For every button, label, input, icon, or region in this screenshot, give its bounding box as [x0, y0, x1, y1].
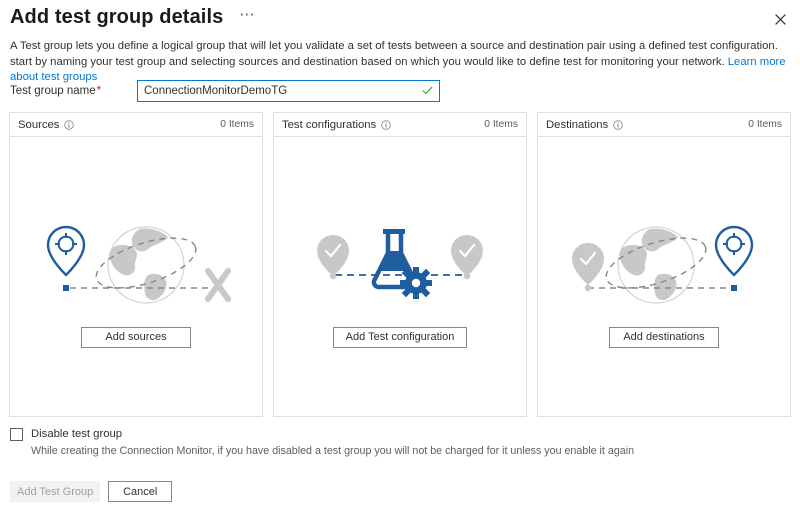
info-icon[interactable]: [64, 120, 74, 130]
card-sources: Sources 0 Items: [9, 112, 263, 417]
card-test-configurations-title: Test configurations: [282, 119, 376, 131]
card-sources-header: Sources 0 Items: [9, 112, 263, 136]
disable-test-group-help-text: While creating the Connection Monitor, i…: [31, 444, 634, 458]
validation-checkmark-icon: [422, 85, 433, 97]
info-icon[interactable]: [613, 120, 623, 130]
card-destinations-items-count: 0 Items: [748, 119, 782, 130]
card-test-configurations-body: Add Test configuration: [273, 136, 527, 417]
more-options-button[interactable]: ⋯: [235, 7, 259, 28]
card-destinations: Destinations 0 Items: [537, 112, 791, 417]
card-test-configurations-items-count: 0 Items: [484, 119, 518, 130]
required-marker: *: [97, 85, 101, 97]
card-destinations-body: Add destinations: [537, 136, 791, 417]
test-group-name-input-wrapper[interactable]: [137, 80, 440, 102]
disable-test-group-row: Disable test group While creating the Co…: [10, 427, 634, 458]
card-test-configurations-header: Test configurations 0 Items: [273, 112, 527, 136]
destination-pin-globe-illustration: [564, 213, 764, 313]
test-group-name-label-text: Test group name: [10, 85, 96, 97]
disable-test-group-texts: Disable test group While creating the Co…: [31, 427, 634, 458]
card-test-configurations: Test configurations 0 Items: [273, 112, 527, 417]
disable-test-group-label[interactable]: Disable test group: [31, 427, 634, 441]
add-destinations-button[interactable]: Add destinations: [609, 327, 719, 348]
page-description: A Test group lets you define a logical g…: [10, 39, 792, 86]
card-destinations-title: Destinations: [546, 119, 608, 131]
flask-gear-illustration: [305, 213, 495, 313]
test-group-name-row: Test group name*: [10, 80, 792, 102]
add-test-group-button[interactable]: Add Test Group: [10, 481, 100, 502]
card-sources-body: Add sources: [9, 136, 263, 417]
card-destinations-header: Destinations 0 Items: [537, 112, 791, 136]
cancel-button[interactable]: Cancel: [108, 481, 172, 502]
page-description-text: A Test group lets you define a logical g…: [10, 40, 778, 68]
add-sources-button[interactable]: Add sources: [81, 327, 191, 348]
page-title: Add test group details: [10, 6, 223, 29]
info-icon[interactable]: [381, 120, 391, 130]
footer-actions: Add Test Group Cancel: [10, 481, 172, 502]
disable-test-group-checkbox[interactable]: [10, 428, 23, 441]
test-group-name-input[interactable]: [138, 81, 439, 101]
add-test-configuration-button[interactable]: Add Test configuration: [333, 327, 468, 348]
source-pin-globe-illustration: [36, 213, 236, 313]
close-icon[interactable]: [769, 8, 791, 30]
test-group-name-label: Test group name*: [10, 85, 137, 97]
card-sources-items-count: 0 Items: [220, 119, 254, 130]
card-sources-title: Sources: [18, 119, 59, 131]
header-title-row: Add test group details ⋯: [10, 6, 259, 29]
cards-container: Sources 0 Items: [9, 112, 793, 417]
